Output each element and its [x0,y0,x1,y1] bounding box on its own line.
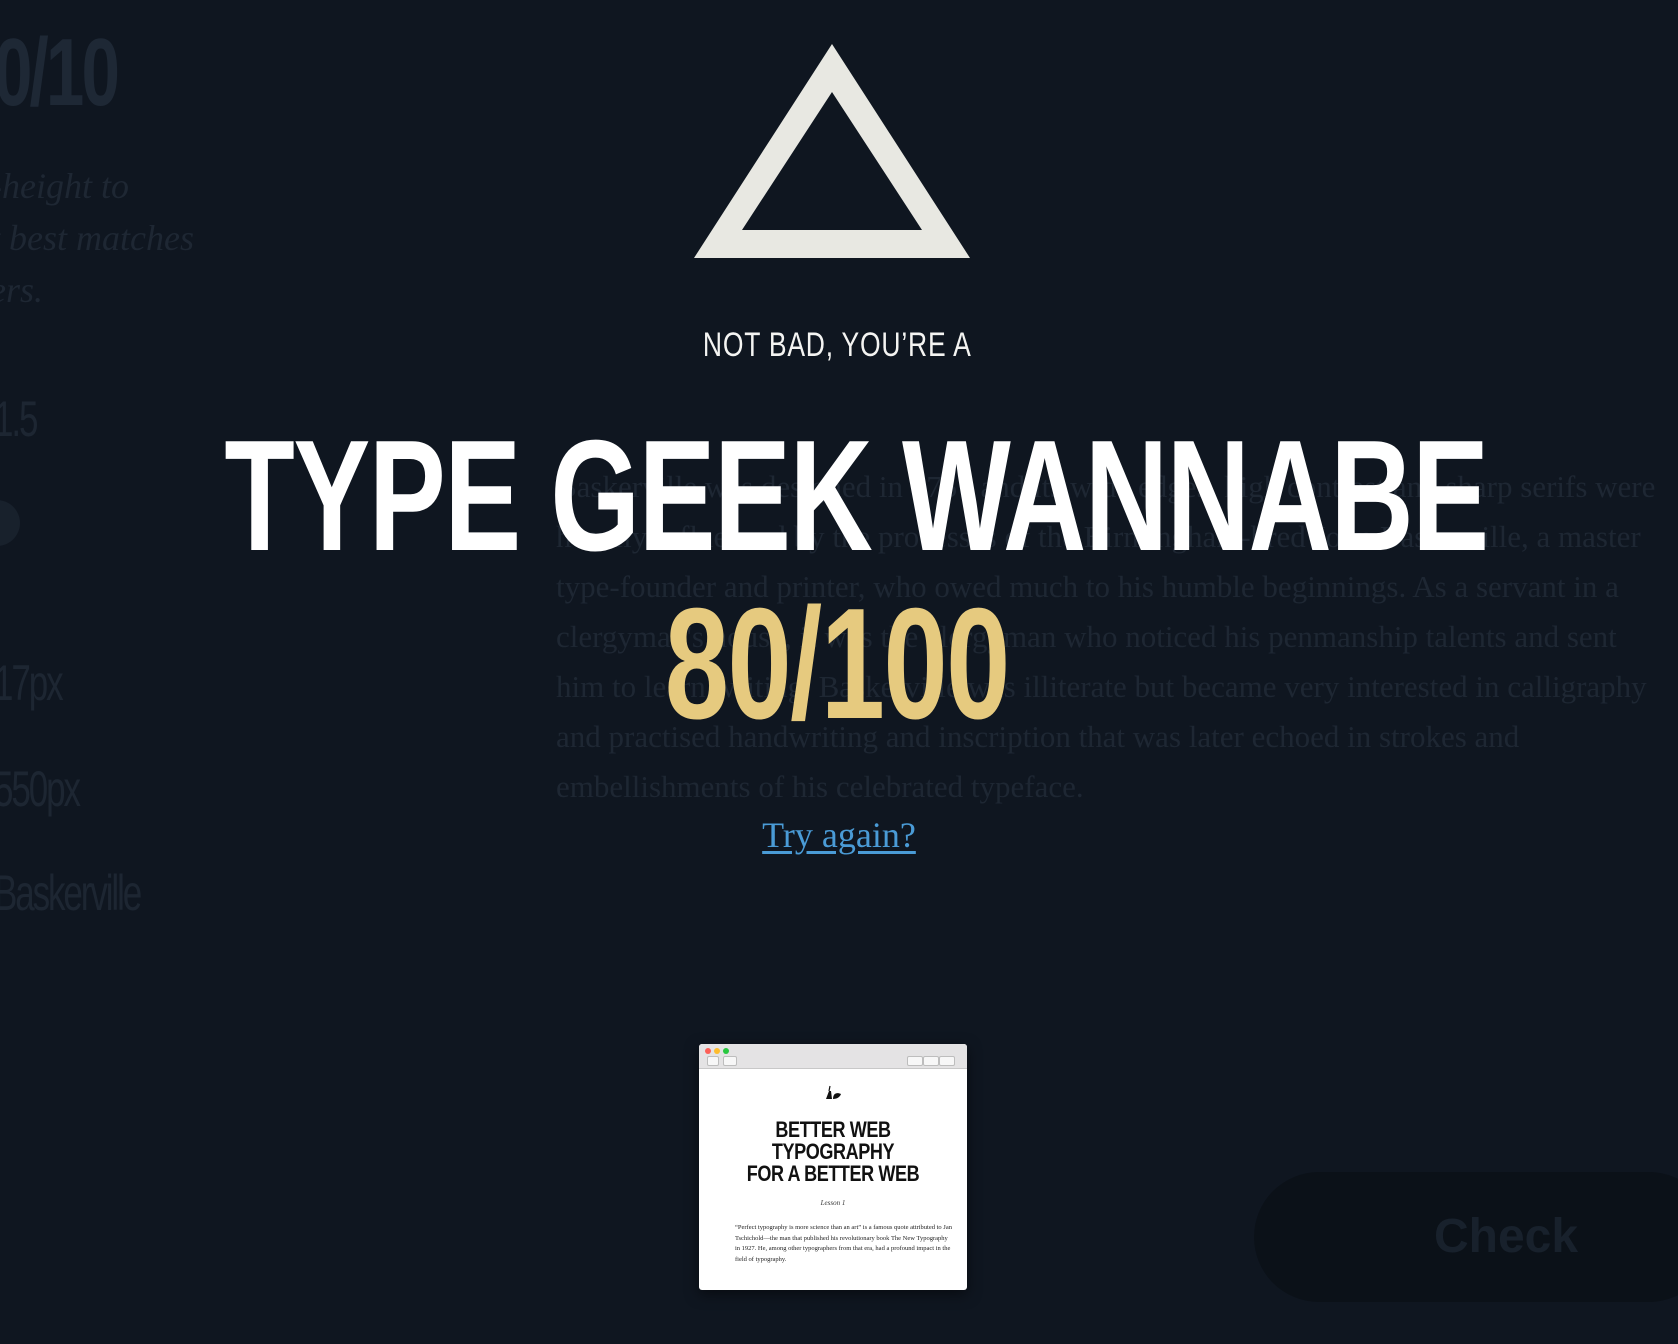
book-lesson: Lesson 1 [820,1199,846,1207]
reply-all-icon [923,1056,939,1066]
book-quote: “Perfect typography is more science than… [735,1224,952,1263]
book-cover: BETTER WEB TYPOGRAPHY FOR A BETTER WEB L… [699,1085,967,1265]
minimize-dot-icon [714,1048,720,1054]
close-dot-icon [705,1048,711,1054]
browser-chrome [699,1044,967,1069]
book-title-line: BETTER WEB TYPOGRAPHY [771,1117,895,1164]
reply-icon [907,1056,923,1066]
book-title-line: FOR A BETTER WEB [746,1161,920,1186]
result-intro: NOT BAD, YOU’RE A [702,326,972,364]
try-again-link[interactable]: Try again? [0,814,1678,856]
result-rank: TYPE GEEK WANNABE [224,408,1489,584]
result-score: 80/100 [664,576,1010,752]
maximize-dot-icon [723,1048,729,1054]
triangle-icon [694,44,970,258]
flag-icon [723,1056,737,1066]
typewriter-logo-icon [699,1085,967,1103]
quiz-page: 0/10 -height to t best matches ers. 1.5 … [0,0,1678,1344]
book-title: BETTER WEB TYPOGRAPHY FOR A BETTER WEB [723,1119,943,1185]
trash-icon [707,1056,719,1066]
book-promo[interactable]: BETTER WEB TYPOGRAPHY FOR A BETTER WEB L… [699,1044,967,1290]
forward-icon [939,1056,955,1066]
